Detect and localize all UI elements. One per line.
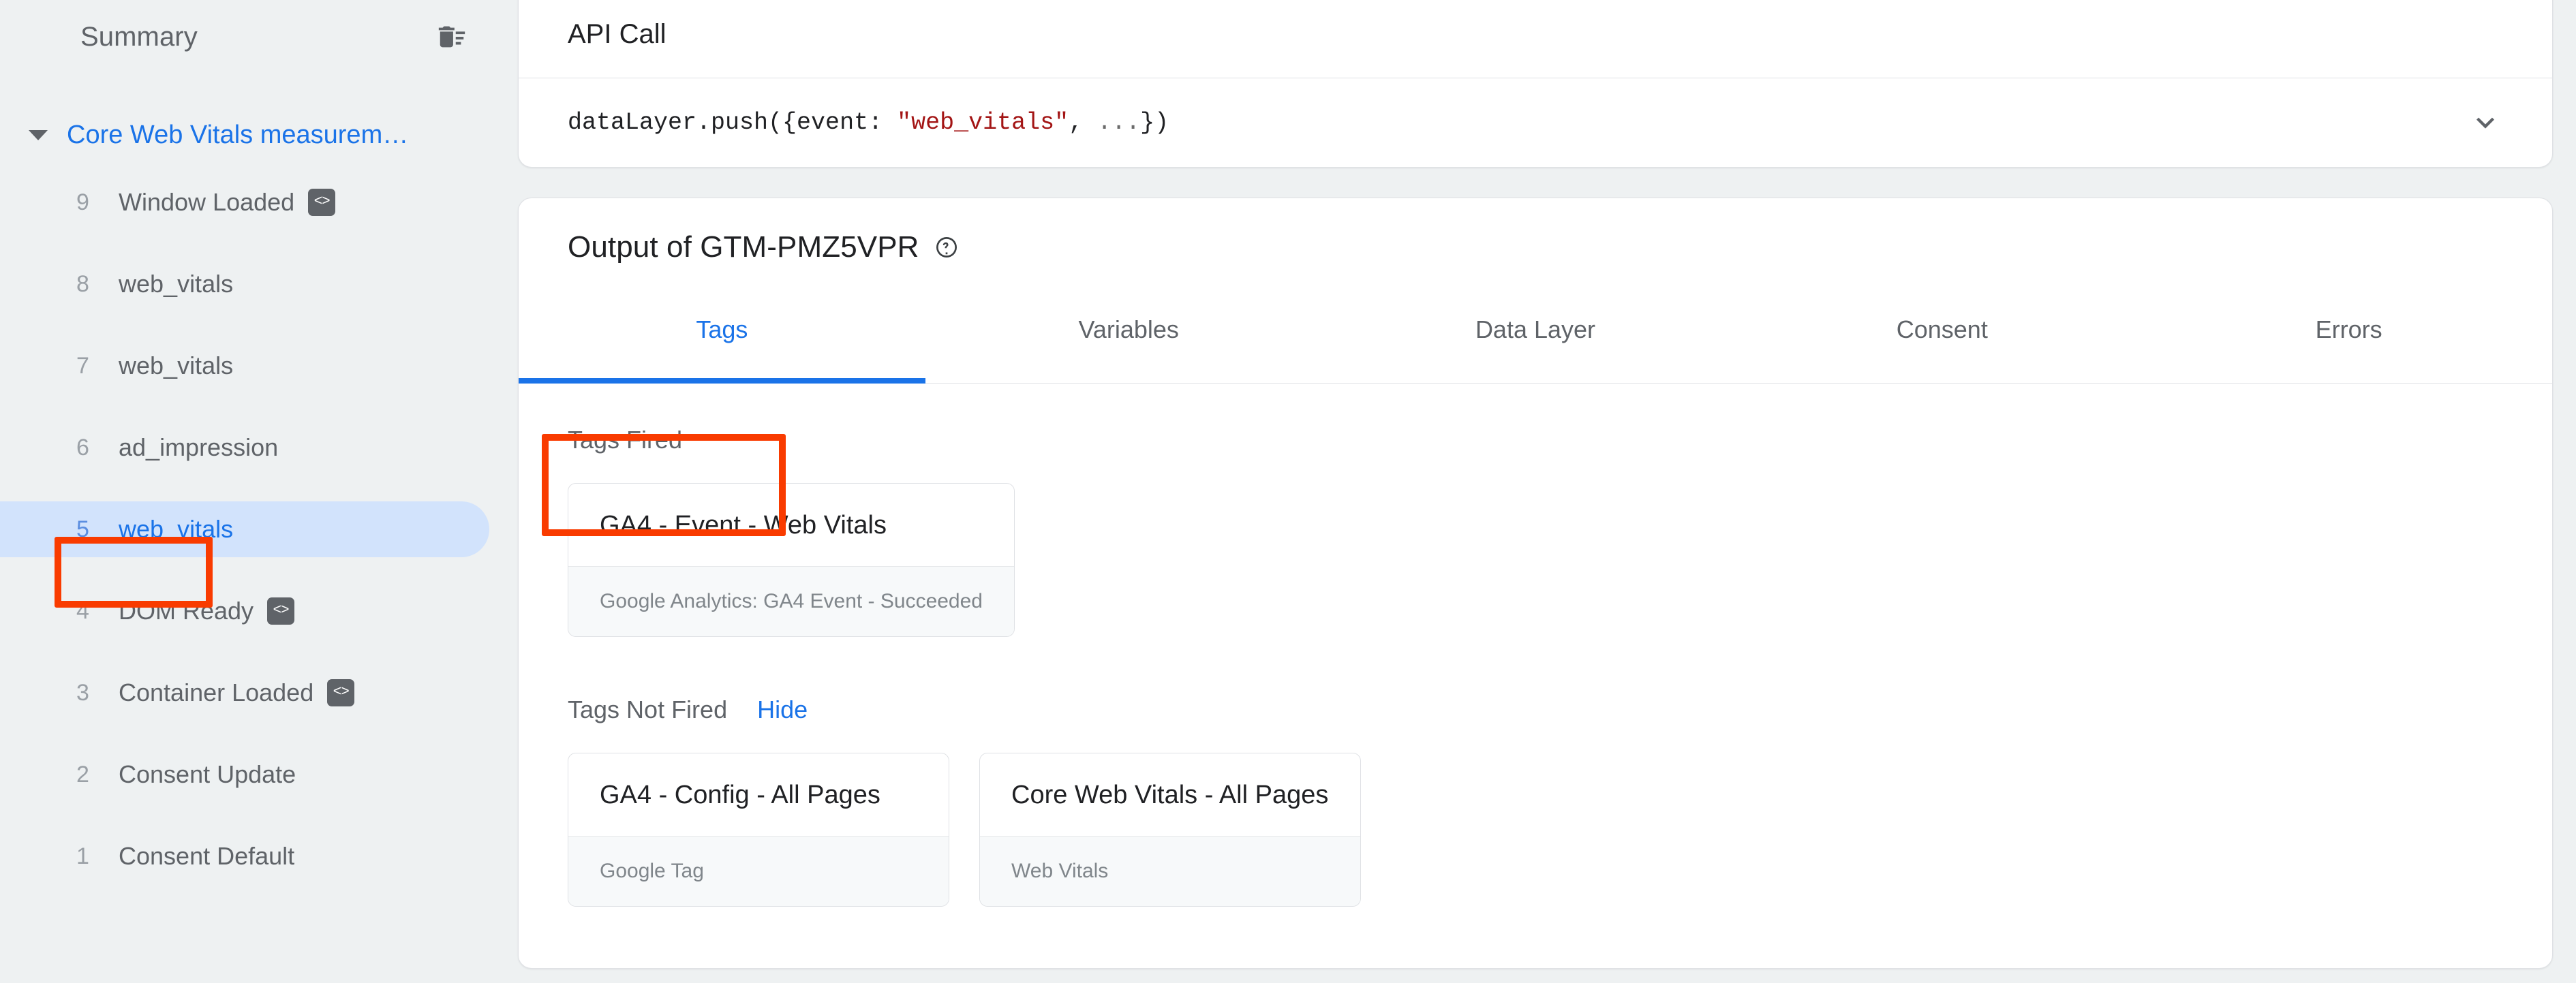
event-label: Consent Update — [119, 760, 296, 788]
code-icon: <> — [308, 189, 336, 216]
event-sidebar: Summary Core Web Vitals measurem… 9 Wind… — [0, 0, 518, 983]
event-index: 6 — [76, 434, 89, 461]
tab-data-layer[interactable]: Data Layer — [1332, 310, 1739, 383]
selection-pill — [0, 256, 489, 312]
selection-pill — [0, 501, 489, 557]
tag-card[interactable]: GA4 - Config - All Pages Google Tag — [568, 753, 949, 907]
tag-card-status: Google Analytics: GA4 Event - Succeeded — [568, 566, 1014, 636]
event-index: 4 — [76, 597, 89, 624]
tags-not-fired-card-list: GA4 - Config - All Pages Google Tag Core… — [568, 753, 2552, 907]
sidebar-item-ad-impression[interactable]: 6 ad_impression — [0, 420, 518, 475]
code-prefix: dataLayer.push({event: — [568, 109, 898, 136]
sidebar-header: Summary — [0, 0, 518, 74]
tag-card-status: Google Tag — [568, 836, 949, 906]
code-icon: <> — [327, 679, 355, 706]
event-index: 3 — [76, 679, 89, 706]
tab-label: Data Layer — [1475, 315, 1596, 343]
event-label: ad_impression — [119, 433, 279, 461]
api-call-body[interactable]: dataLayer.push({event: "web_vitals", ...… — [519, 78, 2552, 167]
code-comma: , — [1069, 109, 1098, 136]
sidebar-item-container-loaded[interactable]: 3 Container Loaded <> — [0, 665, 518, 721]
sidebar-item-window-loaded[interactable]: 9 Window Loaded <> — [0, 174, 518, 230]
event-label: Consent Default — [119, 842, 295, 870]
tags-fired-card-list: GA4 - Event - Web Vitals Google Analytic… — [568, 483, 2552, 637]
caret-down-icon — [20, 129, 56, 140]
event-index: 8 — [76, 270, 89, 297]
output-card: Output of GTM-PMZ5VPR Tags Variables Dat… — [518, 198, 2553, 969]
event-label: web_vitals — [119, 270, 234, 298]
output-title: Output of GTM-PMZ5VPR — [568, 230, 919, 264]
api-call-card: API Call dataLayer.push({event: "web_vit… — [518, 0, 2553, 168]
tag-card[interactable]: Core Web Vitals - All Pages Web Vitals — [979, 753, 1361, 907]
tags-tab-panel: Tags Fired GA4 - Event - Web Vitals Goog… — [519, 384, 2552, 907]
tags-not-fired-heading-row: Tags Not Fired Hide — [568, 696, 2552, 724]
tags-fired-heading: Tags Fired — [568, 426, 683, 454]
output-tab-bar: Tags Variables Data Layer Consent Errors — [519, 310, 2552, 384]
event-label: DOM Ready — [119, 597, 254, 625]
gtm-preview-app: Summary Core Web Vitals measurem… 9 Wind… — [0, 0, 2576, 983]
event-label: Window Loaded — [119, 188, 295, 216]
tags-not-fired-section: Tags Not Fired Hide GA4 - Config - All P… — [568, 696, 2552, 907]
selection-pill — [0, 338, 489, 394]
sidebar-item-dom-ready[interactable]: 4 DOM Ready <> — [0, 583, 518, 639]
hide-tags-not-fired-link[interactable]: Hide — [757, 696, 808, 724]
help-circle-icon[interactable] — [934, 235, 959, 260]
tags-not-fired-heading: Tags Not Fired — [568, 696, 728, 723]
event-index: 1 — [76, 843, 89, 869]
event-index: 7 — [76, 352, 89, 379]
output-header: Output of GTM-PMZ5VPR — [519, 198, 2552, 279]
event-index: 2 — [76, 761, 89, 787]
tags-fired-section: Tags Fired GA4 - Event - Web Vitals Goog… — [568, 384, 2552, 637]
main-panel: API Call dataLayer.push({event: "web_vit… — [518, 0, 2576, 983]
tab-variables[interactable]: Variables — [925, 310, 1332, 383]
api-call-header: API Call — [519, 0, 2552, 78]
sidebar-item-web-vitals-7[interactable]: 7 web_vitals — [0, 338, 518, 394]
tab-consent[interactable]: Consent — [1738, 310, 2145, 383]
sidebar-group-core-web-vitals[interactable]: Core Web Vitals measurem… — [0, 106, 518, 163]
event-index: 5 — [76, 516, 89, 542]
tag-card-title: GA4 - Event - Web Vitals — [600, 511, 887, 540]
tag-card-title: GA4 - Config - All Pages — [600, 781, 880, 809]
tab-label: Tags — [696, 315, 748, 343]
tags-fired-heading-row: Tags Fired — [568, 426, 2552, 454]
chevron-down-icon[interactable] — [2458, 95, 2513, 150]
event-list: 9 Window Loaded <> 8 web_vitals 7 web_vi… — [0, 174, 518, 884]
code-string-value: "web_vitals" — [897, 109, 1069, 136]
tab-tags[interactable]: Tags — [519, 310, 925, 384]
tab-label: Errors — [2315, 315, 2382, 343]
sidebar-item-consent-default[interactable]: 1 Consent Default — [0, 828, 518, 884]
code-icon: <> — [267, 597, 295, 625]
sidebar-item-consent-update[interactable]: 2 Consent Update — [0, 747, 518, 802]
code-suffix: }) — [1140, 109, 1169, 136]
tag-card-status: Web Vitals — [980, 836, 1360, 906]
tab-label: Consent — [1896, 315, 1988, 343]
sidebar-item-web-vitals-5-selected[interactable]: 5 web_vitals — [0, 501, 518, 557]
sidebar-group-label: Core Web Vitals measurem… — [67, 120, 409, 149]
event-label: Container Loaded — [119, 678, 314, 706]
datalayer-push-code: dataLayer.push({event: "web_vitals", ...… — [568, 109, 1169, 136]
event-label: web_vitals — [119, 515, 234, 543]
event-label: web_vitals — [119, 352, 234, 379]
delete-sweep-icon[interactable] — [427, 12, 477, 62]
tab-label: Variables — [1078, 315, 1179, 343]
api-call-title: API Call — [568, 18, 666, 49]
event-index: 9 — [76, 189, 89, 215]
tag-card[interactable]: GA4 - Event - Web Vitals Google Analytic… — [568, 483, 1015, 637]
page-title: Summary — [80, 21, 198, 52]
tag-card-title: Core Web Vitals - All Pages — [1011, 781, 1329, 809]
tab-errors[interactable]: Errors — [2145, 310, 2552, 383]
code-ellipsis: ... — [1097, 109, 1141, 136]
sidebar-item-web-vitals-8[interactable]: 8 web_vitals — [0, 256, 518, 312]
